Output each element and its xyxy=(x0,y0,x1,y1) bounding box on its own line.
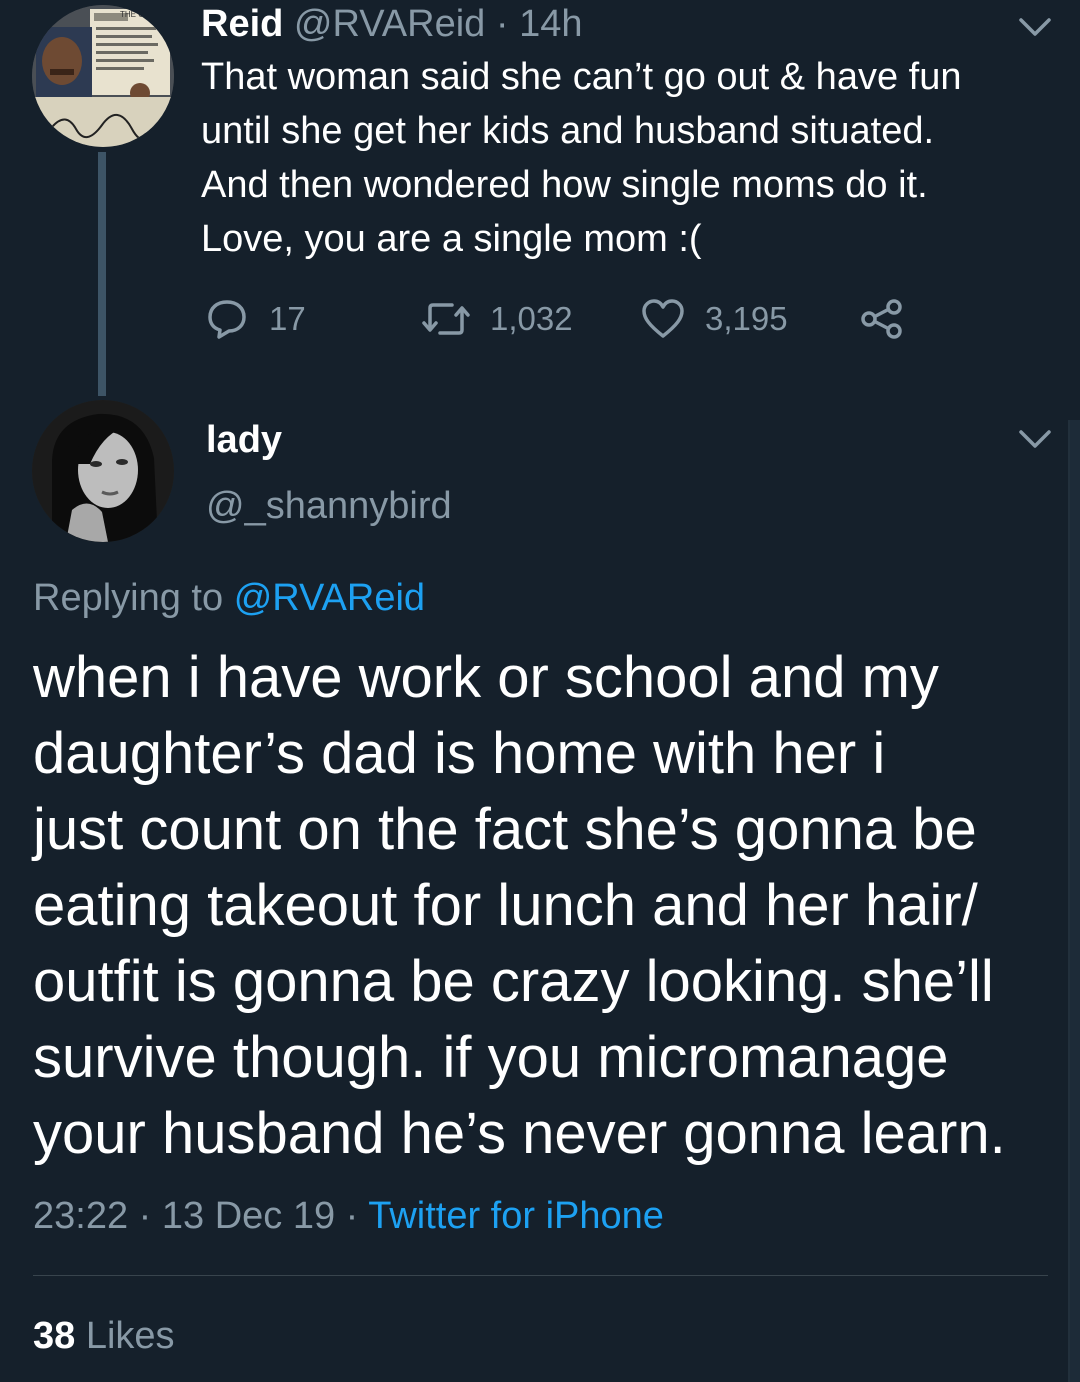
parent-author-name[interactable]: Reid xyxy=(201,3,283,45)
reply-button[interactable]: 17 xyxy=(205,294,306,344)
likes-stat[interactable]: 38 Likes xyxy=(33,1314,175,1358)
parent-tweet-line: until she get her kids and husband situa… xyxy=(201,110,935,152)
like-button[interactable]: 3,195 xyxy=(641,294,788,344)
tweet-source-link[interactable]: Twitter for iPhone xyxy=(368,1195,664,1237)
likes-count: 38 xyxy=(33,1315,76,1357)
author-name[interactable]: lady xyxy=(206,418,282,462)
thread-connector-line xyxy=(98,152,106,396)
like-count: 3,195 xyxy=(705,300,788,337)
tweet-text-line: outfit is gonna be crazy looking. she’ll xyxy=(33,949,994,1014)
share-button[interactable] xyxy=(860,294,904,344)
heart-icon xyxy=(642,299,684,338)
parent-tweet-header: Reid @RVAReid · 14h xyxy=(201,2,582,46)
retweet-icon xyxy=(422,303,470,335)
parent-tweet-line: And then wondered how single moms do it. xyxy=(201,164,928,206)
tweet-meta: 23:22 · 13 Dec 19 · Twitter for iPhone xyxy=(33,1194,664,1238)
tweet-text-line: daughter’s dad is home with her i xyxy=(33,721,886,786)
reply-count: 17 xyxy=(269,300,306,337)
replying-to-handle-link[interactable]: @RVAReid xyxy=(234,577,425,619)
retweet-button[interactable]: 1,032 xyxy=(422,294,573,344)
replying-to-label: Replying to xyxy=(33,577,224,619)
tweet-date: 13 Dec 19 xyxy=(161,1195,336,1237)
share-icon xyxy=(861,299,902,339)
parent-author-handle[interactable]: @RVAReid xyxy=(294,3,485,45)
tweet-menu-button[interactable] xyxy=(1018,428,1052,455)
reply-icon xyxy=(208,300,246,339)
parent-tweet-time[interactable]: 14h xyxy=(519,3,582,45)
tweet-text-line: eating takeout for lunch and her hair/ xyxy=(33,873,978,938)
avatar-shannybird[interactable] xyxy=(32,400,174,542)
author-handle[interactable]: @_shannybird xyxy=(206,484,452,528)
tweet-text-line: when i have work or school and my xyxy=(33,645,939,710)
parent-tweet-line: That woman said she can’t go out & have … xyxy=(201,56,962,98)
stats-divider xyxy=(33,1275,1048,1276)
parent-tweet-menu-button[interactable] xyxy=(1018,16,1052,43)
avatar-badge-text: THE CIT xyxy=(120,10,151,19)
meta-separator: · xyxy=(138,1195,152,1237)
scrollbar[interactable] xyxy=(1068,420,1080,1382)
chevron-down-icon xyxy=(1019,430,1051,448)
replying-to: Replying to @RVAReid xyxy=(33,576,425,620)
meta-separator: · xyxy=(345,1195,359,1237)
parent-tweet-text: That woman said she can’t go out & have … xyxy=(201,50,1061,266)
tweet-time: 23:22 xyxy=(33,1195,129,1237)
tweet-text-line: survive though. if you micromanage xyxy=(33,1025,949,1090)
tweet-text-line: just count on the fact she’s gonna be xyxy=(33,797,977,862)
avatar-reid[interactable]: THE CIT xyxy=(32,5,174,147)
parent-tweet-line: Love, you are a single mom :( xyxy=(201,218,702,260)
tweet-text: when i have work or school and my daught… xyxy=(33,640,1043,1172)
header-separator: · xyxy=(495,3,509,45)
chevron-down-icon xyxy=(1019,18,1051,36)
retweet-count: 1,032 xyxy=(490,300,573,337)
likes-label: Likes xyxy=(85,1315,175,1357)
tweet-text-line: your husband he’s never gonna learn. xyxy=(33,1101,1006,1166)
